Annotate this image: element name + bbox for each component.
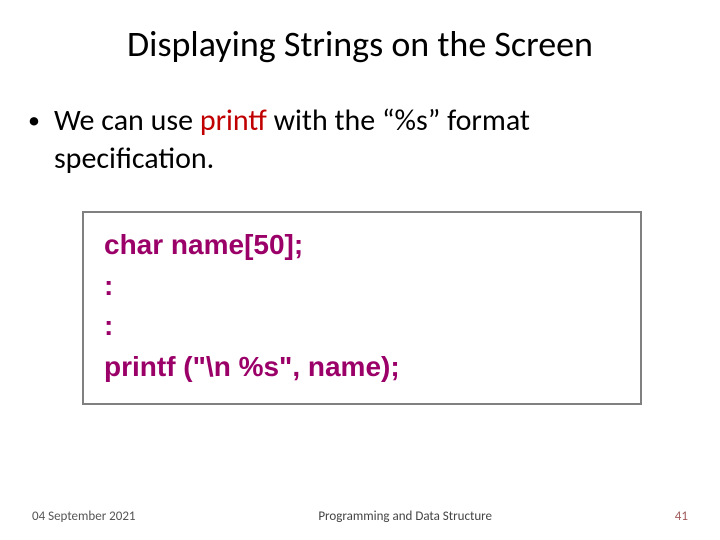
code-line-1: char name[50]; xyxy=(104,225,620,266)
slide-title: Displaying Strings on the Screen xyxy=(0,0,720,66)
footer-page: 41 xyxy=(675,509,688,524)
code-line-2: : xyxy=(104,266,620,307)
footer-date: 04 September 2021 xyxy=(32,509,136,524)
slide-footer: 04 September 2021 Programming and Data S… xyxy=(0,509,720,524)
footer-course: Programming and Data Structure xyxy=(318,509,492,524)
code-line-4: printf ("\n %s", name); xyxy=(104,347,620,388)
code-line-3: : xyxy=(104,306,620,347)
slide-body: • We can use printf with the “%s” format… xyxy=(0,66,720,405)
code-box: char name[50]; : : printf ("\n %s", name… xyxy=(82,211,642,405)
bullet-item: • We can use printf with the “%s” format… xyxy=(28,102,692,177)
bullet-marker: • xyxy=(28,102,40,140)
bullet-text: We can use printf with the “%s” format s… xyxy=(54,102,692,177)
bullet-text-pre: We can use xyxy=(54,102,200,139)
keyword-printf: printf xyxy=(200,102,267,139)
